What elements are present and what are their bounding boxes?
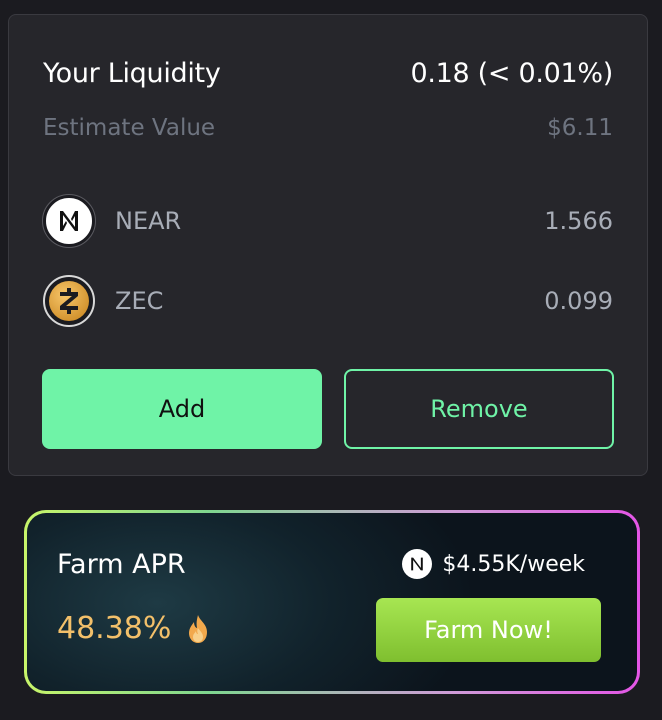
farm-apr: 48.38% [57, 611, 211, 646]
farm-apr-value: 48.38% [57, 611, 172, 646]
token-row-zec: ZEC 0.099 [43, 273, 613, 329]
farm-title: Farm APR [57, 549, 186, 580]
near-logo-icon [42, 194, 96, 248]
farm-card: Farm APR 48.38% $4.55K/week Farm Now! [27, 513, 637, 691]
token-row-near: NEAR 1.566 [42, 193, 613, 249]
token-symbol: ZEC [115, 287, 164, 315]
farm-reward: $4.55K/week [402, 549, 585, 579]
farm-banner: Farm APR 48.38% $4.55K/week Farm Now! [24, 510, 640, 694]
estimate-value: $6.11 [547, 115, 613, 141]
liquidity-share: 0.18 (< 0.01%) [410, 57, 613, 89]
add-liquidity-button[interactable]: Add [42, 369, 322, 449]
remove-liquidity-button[interactable]: Remove [344, 369, 614, 449]
liquidity-card: Your Liquidity 0.18 (< 0.01%) Estimate V… [8, 14, 648, 476]
estimate-row: Estimate Value $6.11 [43, 111, 613, 145]
token-amount: 1.566 [544, 207, 613, 235]
estimate-label: Estimate Value [43, 115, 216, 141]
liquidity-title: Your Liquidity [43, 57, 221, 89]
token-symbol: NEAR [115, 207, 182, 235]
near-logo-icon [402, 549, 433, 579]
token-amount: 0.099 [544, 287, 613, 315]
zcash-logo-icon [43, 275, 95, 327]
farm-reward-value: $4.55K/week [442, 551, 585, 577]
farm-now-button[interactable]: Farm Now! [376, 598, 601, 662]
fire-icon [185, 614, 211, 644]
liquidity-header: Your Liquidity 0.18 (< 0.01%) [43, 53, 613, 93]
